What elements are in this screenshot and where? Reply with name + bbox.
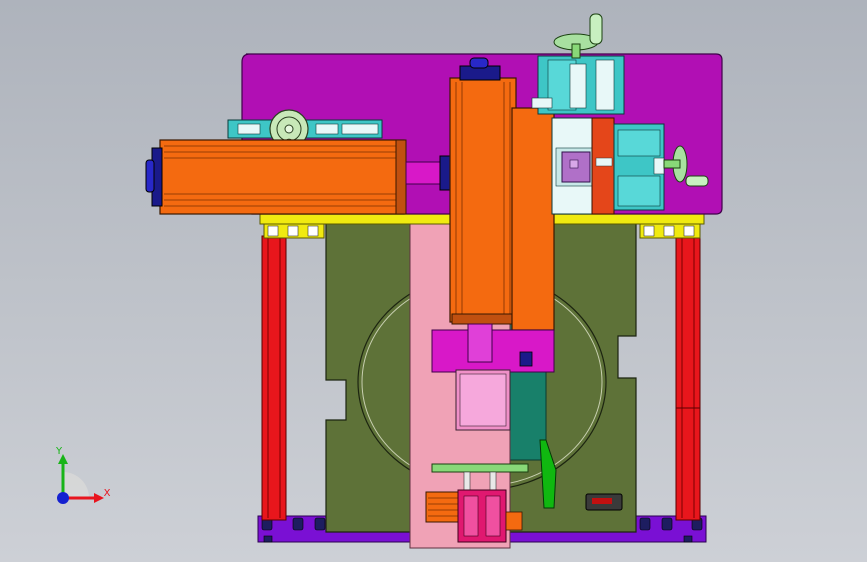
triad-z-axis <box>57 492 69 504</box>
top-vertical-slide <box>531 55 625 115</box>
magenta-lower-mount <box>431 329 555 373</box>
machine-assembly-drawing: Y X <box>55 13 723 549</box>
cross-slide-plate <box>551 117 595 215</box>
horizontal-servo-motor <box>145 139 407 215</box>
triad-y-label: Y <box>55 446 63 457</box>
triad-x-label: X <box>104 488 111 499</box>
right-support-rails <box>675 235 701 521</box>
left-support-rails <box>261 235 287 521</box>
cad-viewport[interactable]: Y X <box>0 0 867 562</box>
gearbox-housing <box>511 107 555 331</box>
top-handwheel <box>553 13 603 59</box>
right-horizontal-slide <box>613 123 665 211</box>
coordinate-triad: Y X <box>55 446 111 504</box>
green-guide-bar <box>431 463 529 473</box>
vertical-servo-motor <box>449 57 517 325</box>
